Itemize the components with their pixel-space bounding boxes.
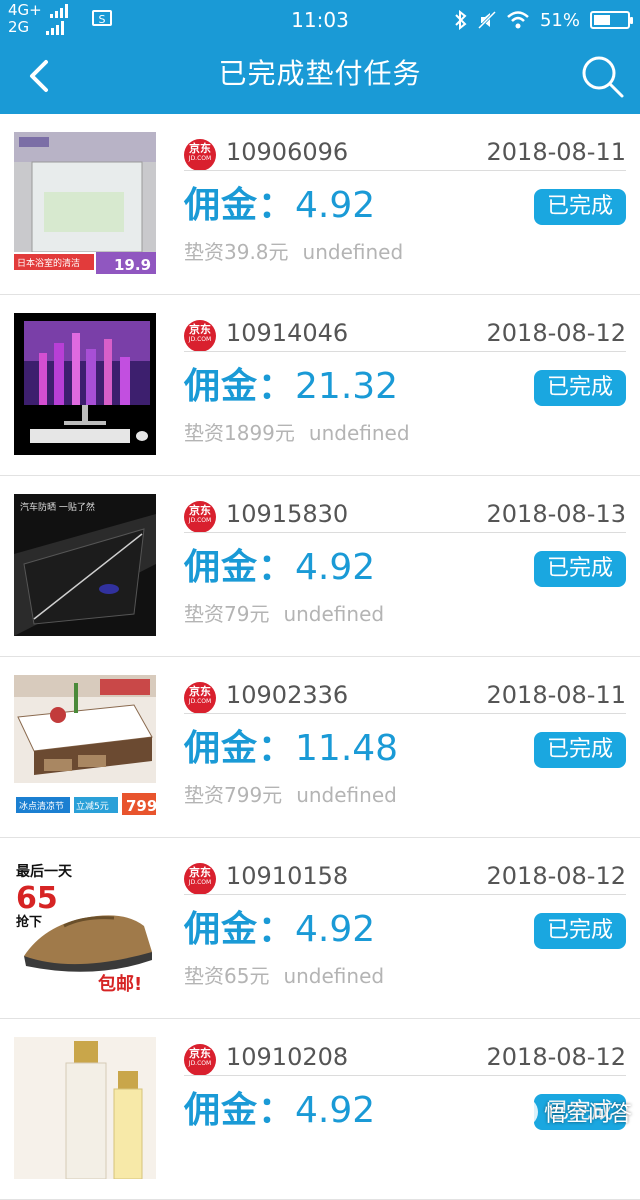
status-button[interactable]: 已完成	[534, 189, 626, 225]
watermark: 悟空问答	[507, 1094, 632, 1130]
order-id: 10906096	[226, 138, 349, 166]
order-date: 2018-08-11	[486, 681, 626, 709]
order-id: 10914046	[226, 319, 349, 347]
order-id: 10910208	[226, 1043, 349, 1071]
order-date: 2018-08-12	[486, 862, 626, 890]
advance-amount: 垫资65元 undefined	[184, 964, 385, 988]
thumb-caption: 冰点清凉节	[19, 800, 64, 812]
search-button[interactable]	[578, 52, 626, 100]
product-thumbnail	[14, 1037, 156, 1179]
divider	[184, 894, 626, 895]
order-date: 2018-08-13	[486, 500, 626, 528]
status-button[interactable]: 已完成	[534, 913, 626, 949]
page-title: 已完成垫付任务	[218, 57, 422, 90]
divider	[184, 1075, 626, 1076]
commission: 佣金：11.48	[184, 728, 399, 769]
product-thumbnail: 最后一天 65 抢下 包邮!	[14, 856, 156, 998]
divider	[184, 170, 626, 171]
jd-logo-icon: 京东 JD.COM	[184, 682, 216, 714]
divider	[184, 351, 626, 352]
order-item[interactable]: 京东 JD.COM 10914046 2018-08-12 佣金：21.32 已完…	[0, 295, 640, 476]
jd-logo-icon: 京东 JD.COM	[184, 501, 216, 533]
battery-percent: 51%	[539, 9, 580, 31]
thumb-price: 19.9	[114, 256, 151, 274]
order-id: 10910158	[226, 862, 349, 890]
commission: 佣金：4.92	[184, 1090, 376, 1131]
advance-amount: 垫资39.8元 undefined	[184, 240, 404, 264]
navigation-bar: 已完成垫付任务	[0, 40, 640, 114]
watermark-text: 悟空问答	[543, 1102, 632, 1127]
thumb-caption: 最后一天	[16, 863, 73, 880]
thumb-badge: 立减5元	[76, 800, 109, 812]
product-thumbnail: 汽车防晒 一贴了然	[14, 494, 156, 636]
thumb-caption: 汽车防晒 一贴了然	[20, 501, 95, 513]
advance-amount: 垫资799元 undefined	[184, 783, 397, 807]
order-date: 2018-08-12	[486, 1043, 626, 1071]
status-button[interactable]: 已完成	[534, 551, 626, 587]
product-thumbnail	[14, 313, 156, 455]
order-id: 10915830	[226, 500, 349, 528]
advance-amount: 垫资79元 undefined	[184, 602, 385, 626]
bluetooth-icon	[455, 10, 467, 30]
order-date: 2018-08-12	[486, 319, 626, 347]
thumb-tag: 包邮!	[98, 973, 142, 995]
order-list: 日本浴室的清洁 19.9 京东 JD.COM 10906096 2018-08-1…	[0, 114, 640, 1200]
product-thumbnail: 日本浴室的清洁 19.9	[14, 132, 156, 274]
jd-logo-icon: 京东 JD.COM	[184, 320, 216, 352]
status-button[interactable]: 已完成	[534, 732, 626, 768]
wifi-icon	[507, 11, 529, 29]
order-item[interactable]: 冰点清凉节 立减5元 799 京东 JD.COM 10902336 2018-08…	[0, 657, 640, 838]
advance-amount: 垫资1899元 undefined	[184, 421, 410, 445]
battery-icon	[590, 11, 633, 29]
mute-icon	[477, 10, 496, 30]
order-item[interactable]: 汽车防晒 一贴了然 京东 JD.COM 10915830 2018-08-13 佣…	[0, 476, 640, 657]
status-button[interactable]: 已完成	[534, 370, 626, 406]
thumb-price: 799	[126, 797, 156, 815]
commission: 佣金：21.32	[184, 366, 399, 407]
commission: 佣金：4.92	[184, 185, 376, 226]
order-date: 2018-08-11	[486, 138, 626, 166]
wukong-logo-icon	[507, 1097, 538, 1127]
thumb-caption: 日本浴室的清洁	[17, 257, 80, 269]
jd-logo-icon: 京东 JD.COM	[184, 863, 216, 895]
jd-logo-icon: 京东 JD.COM	[184, 139, 216, 171]
product-thumbnail: 冰点清凉节 立减5元 799	[14, 675, 156, 817]
divider	[184, 713, 626, 714]
jd-logo-icon: 京东 JD.COM	[184, 1044, 216, 1076]
order-item[interactable]: 日本浴室的清洁 19.9 京东 JD.COM 10906096 2018-08-1…	[0, 114, 640, 295]
commission: 佣金：4.92	[184, 547, 376, 588]
order-id: 10902336	[226, 681, 349, 709]
thumb-price: 65	[16, 881, 58, 916]
search-icon	[582, 56, 624, 98]
status-bar: 4G+ 2G S 11:03 51%	[0, 0, 640, 40]
thumb-sub: 抢下	[16, 914, 42, 930]
commission: 佣金：4.92	[184, 909, 376, 950]
order-item[interactable]: 最后一天 65 抢下 包邮! 京东 JD.COM 10910158 2018-08…	[0, 838, 640, 1019]
divider	[184, 532, 626, 533]
